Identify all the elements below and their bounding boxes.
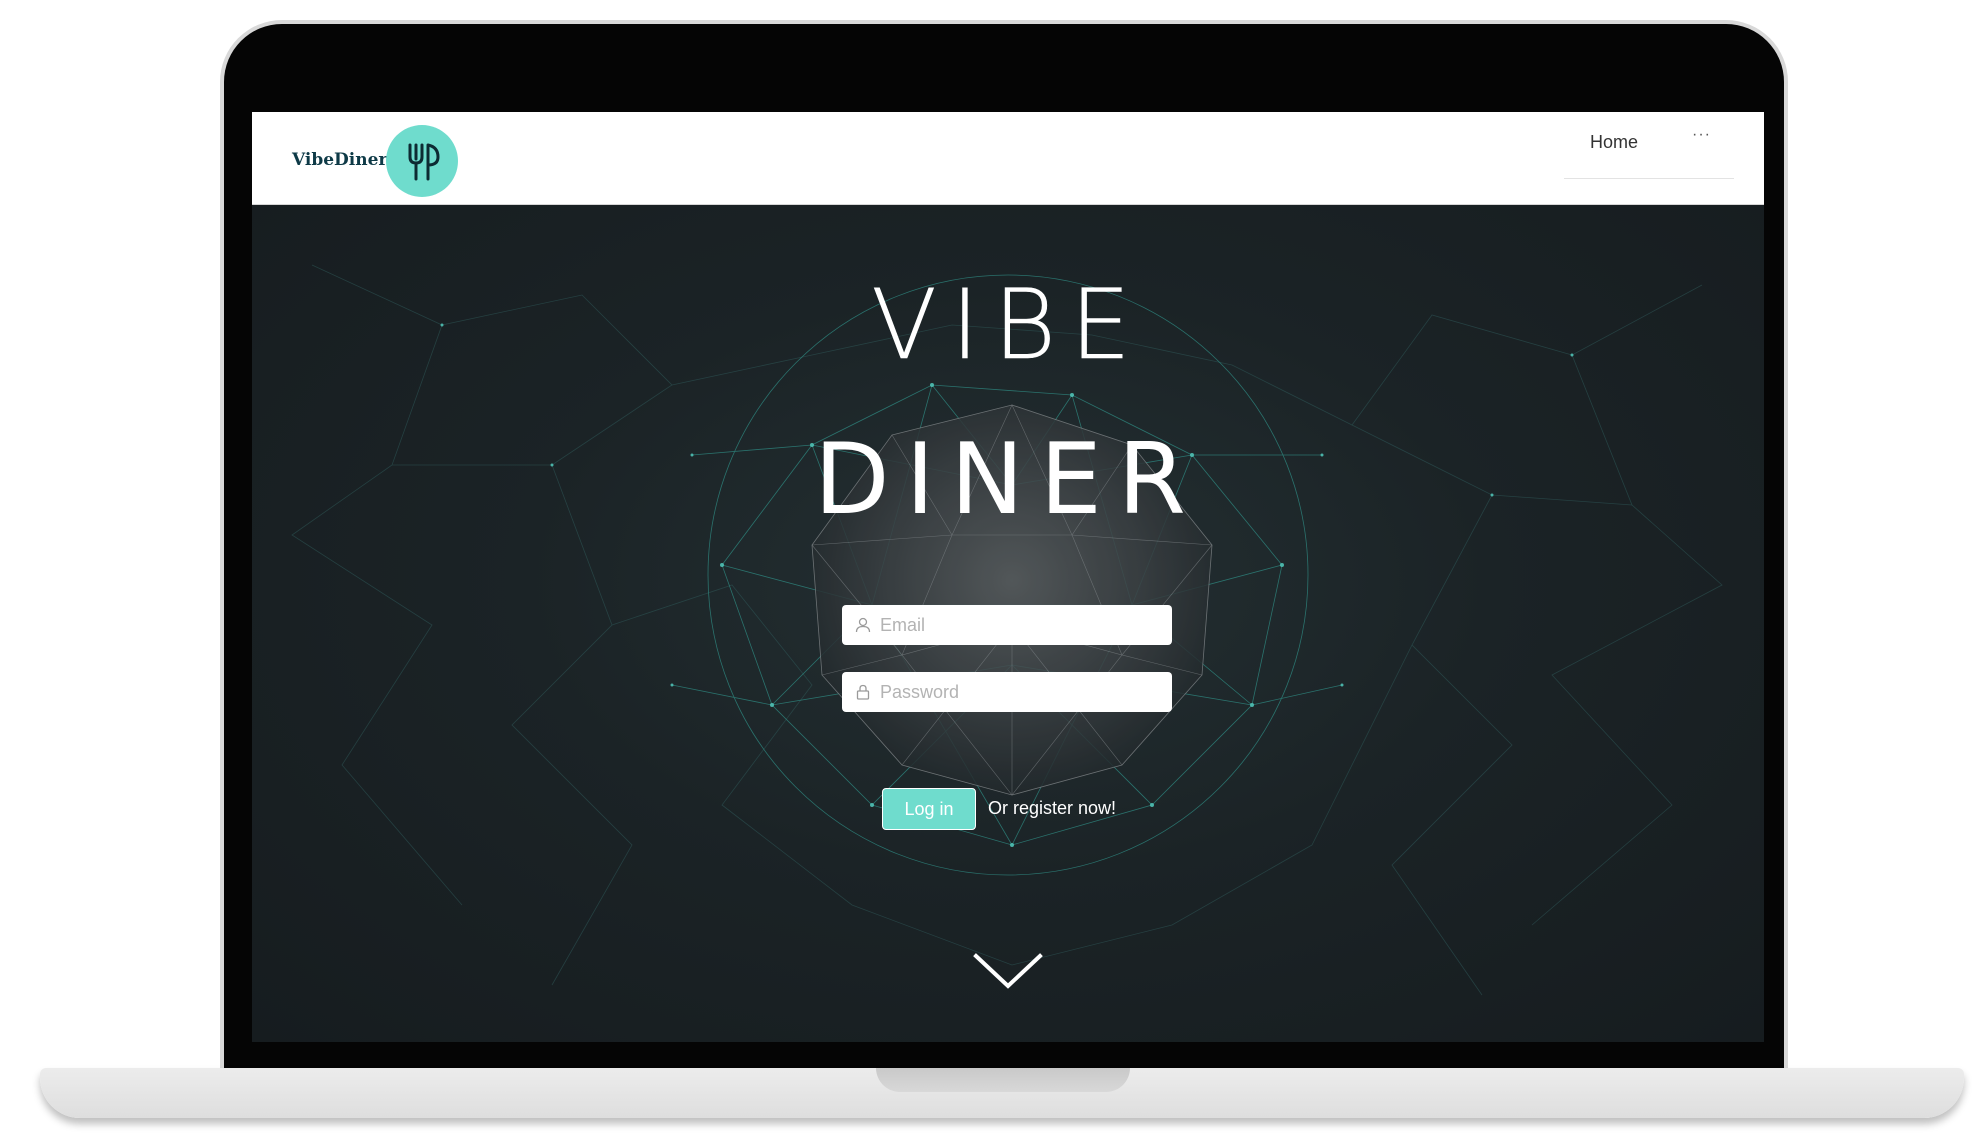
password-input[interactable]: [878, 680, 1162, 704]
nav-more-menu[interactable]: ···: [1692, 126, 1711, 144]
nav-home-link[interactable]: Home: [1590, 132, 1638, 153]
main-nav: Home ···: [1564, 112, 1734, 179]
hero-section: VIBE DINER Email Log in Or register now!: [252, 205, 1764, 1042]
laptop-base-notch: [876, 1068, 1130, 1092]
user-icon: [854, 616, 872, 634]
hero-title-line1: VIBE: [871, 269, 1145, 382]
password-field[interactable]: [842, 672, 1172, 712]
site-header: VibeDiner Home ···: [252, 112, 1764, 205]
brand-name[interactable]: VibeDiner: [292, 150, 387, 170]
hero-title-line2: DINER: [814, 423, 1202, 537]
laptop-screen: VibeDiner Home ··· VIBE DINER Email Log …: [252, 112, 1764, 1042]
brand-logo[interactable]: [386, 125, 458, 197]
lock-icon: [854, 683, 872, 701]
chevron-down-icon[interactable]: [972, 952, 1044, 992]
laptop-mockup: VibeDiner Home ··· VIBE DINER Email Log …: [0, 0, 1988, 1148]
email-input[interactable]: [878, 613, 1162, 637]
register-link[interactable]: Or register now!: [988, 798, 1116, 819]
email-field[interactable]: [842, 605, 1172, 645]
cutlery-icon: [408, 143, 440, 181]
login-button[interactable]: Log in: [882, 788, 976, 830]
